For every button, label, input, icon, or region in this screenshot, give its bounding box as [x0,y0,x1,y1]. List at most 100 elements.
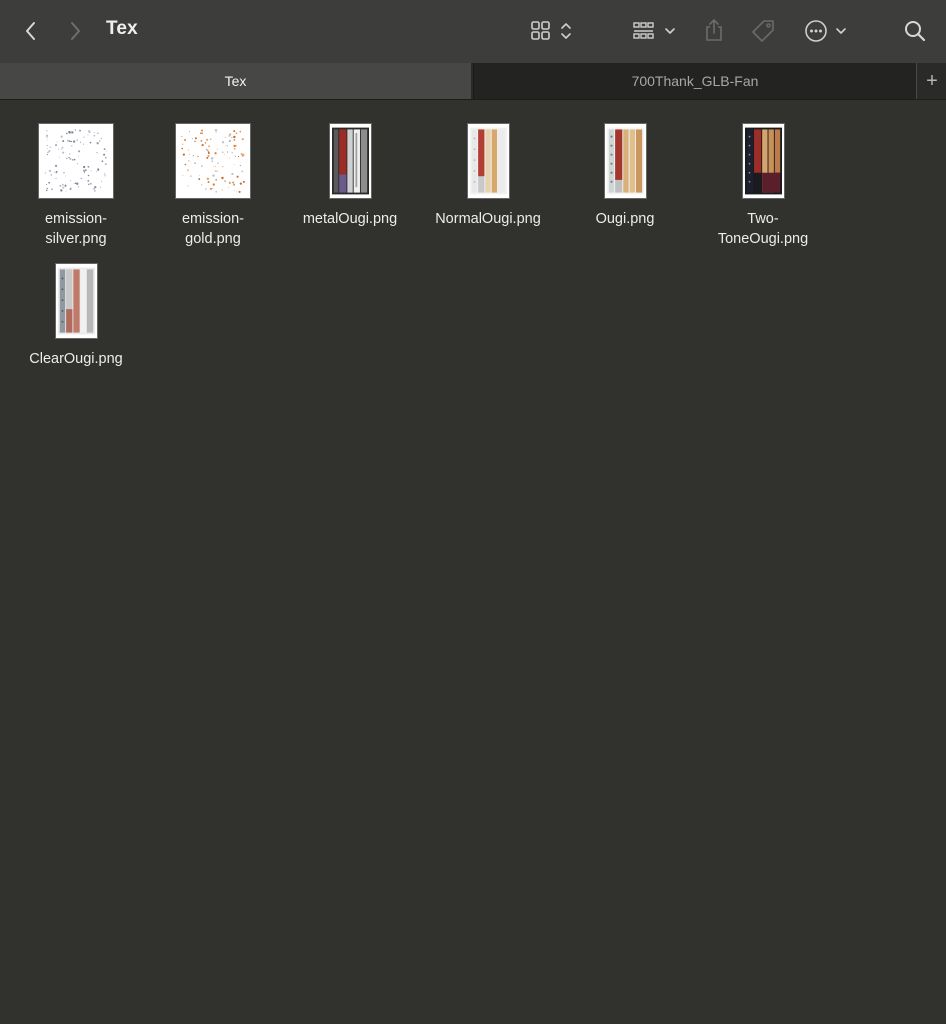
speckle-dot [71,145,73,147]
speckle-dot [221,189,223,191]
speckle-dot [104,175,106,177]
speckle-dot [206,156,209,159]
tab-tex[interactable]: Tex [0,63,471,99]
speckle-dot [184,139,187,141]
speckle-dot [212,183,215,186]
file-name: emission-silver.png [44,211,108,247]
speckle-dot [211,160,214,163]
speckle-dot [97,168,100,171]
back-button[interactable] [18,18,44,44]
search-button[interactable] [900,16,930,46]
speckle-dot [96,142,99,145]
file-item[interactable]: emission-silver.png [11,118,141,249]
speckle-dot [77,150,81,153]
speckle-dot [182,174,184,176]
speckle-dot [55,178,57,179]
file-item[interactable]: Ougi.png [560,118,690,229]
more-actions-button[interactable] [802,17,850,45]
speckle-dot [214,165,216,167]
speckle-dot [89,141,92,144]
speckle-dot [231,136,233,139]
speckle-dot [208,145,211,148]
speckle-dot [58,156,60,158]
new-tab-button[interactable]: + [916,63,946,99]
speckle-dot [65,175,67,177]
speckle-dot [50,174,52,176]
speckle-dot [212,187,214,189]
image-thumbnail [55,264,97,338]
speckle-dot [194,137,197,140]
speckle-dot [88,183,90,186]
speckle-dot [90,182,92,185]
speckle-dot [80,177,83,180]
speckle-dot [238,190,241,193]
speckle-dot [192,155,194,157]
speckle-dot [200,139,203,142]
speckle-dot [87,179,90,182]
speckle-dot [215,131,217,134]
speckle-dot [71,159,74,161]
speckle-dot [61,146,64,149]
speckle-dot [233,130,236,133]
plus-icon: + [926,69,938,92]
speckle-dot [105,156,107,159]
speckle-dot [55,144,58,147]
view-mode-button[interactable] [528,18,576,44]
file-item[interactable]: emission-gold.png [148,118,278,249]
tab-bar: Tex 700Thank_GLB-Fan + [0,63,946,100]
file-name: emission-gold.png [181,211,245,247]
speckle-dot [194,140,196,143]
speckle-dot [224,136,226,138]
image-thumbnail [467,124,509,198]
file-item[interactable]: Two- ToneOugi.png [698,118,828,249]
tab-700thank-glb-fan[interactable]: 700Thank_GLB-Fan [473,63,916,99]
speckle-dot [46,136,48,138]
speckle-dot [228,139,232,143]
file-item[interactable]: ClearOugi.png [11,258,141,369]
speckle-dot [46,134,48,137]
speckle-dot [222,151,224,153]
window-title: Tex [106,18,138,39]
speckle-dot [101,180,103,182]
speckle-dot [56,141,58,143]
speckle-dot [225,144,227,146]
speckle-dot [197,155,199,158]
speckle-dot [61,183,64,186]
speckle-dot [99,186,101,188]
speckle-dot [222,166,224,168]
speckle-dot [71,131,74,134]
speckle-dot [88,130,91,134]
tag-icon [752,20,774,42]
speckle-dot [66,139,69,142]
search-icon [905,21,926,42]
speckle-dot [240,153,243,155]
file-item[interactable]: metalOugi.png [285,118,415,229]
speckle-dot [87,165,90,168]
speckle-dot [93,134,96,137]
toolbar: Tex [0,0,946,63]
speckle-dot [72,140,76,143]
speckle-dot [46,144,48,147]
speckle-dot [93,187,96,190]
share-icon [706,19,722,41]
tag-button[interactable] [748,16,778,46]
speckle-dot [187,149,189,151]
speckle-dot [103,173,106,175]
speckle-dot [63,172,65,174]
speckle-dot [233,147,236,150]
speckle-dot [45,189,48,192]
speckle-dot [233,190,235,191]
speckle-dot [53,171,55,173]
chevron-left-icon [26,22,35,40]
speckle-dot [234,155,236,157]
group-by-button[interactable] [630,18,680,44]
forward-button[interactable] [62,18,88,44]
speckle-dot [231,151,233,154]
speckle-dot [188,131,191,133]
speckle-dot [204,188,207,190]
share-button[interactable] [700,16,728,44]
speckle-dot [61,148,63,150]
chevron-right-icon [71,22,80,40]
file-item[interactable]: NormalOugi.png [423,118,553,229]
speckle-dot [233,164,235,166]
